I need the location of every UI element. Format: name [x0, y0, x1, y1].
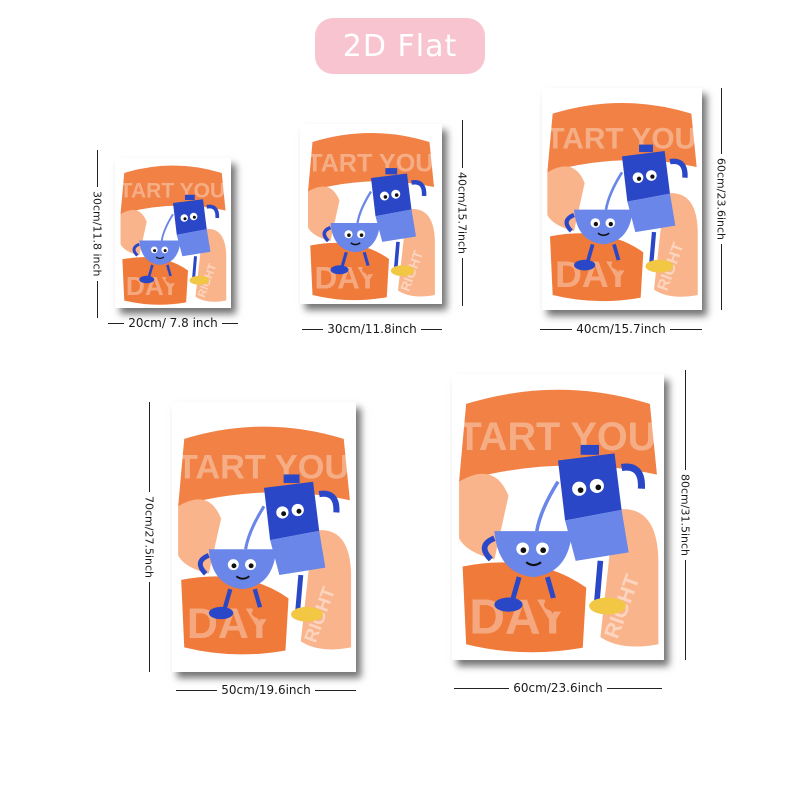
poster-40x60: START YOURDAYRIGHT: [542, 88, 702, 310]
height-label: 80cm/31.5inch: [678, 474, 692, 557]
artwork-title-top: START YOUR: [300, 149, 442, 177]
width-dimension-30: 30cm/11.8inch: [302, 322, 442, 336]
width-dimension-50: 50cm/19.6inch: [176, 683, 356, 697]
product-type-badge: 2D Flat: [315, 18, 485, 74]
artwork-title-top: START YOUR: [115, 179, 231, 202]
width-label: 30cm/11.8inch: [327, 322, 417, 336]
height-dimension-40: 40cm/15.7inch: [455, 120, 469, 307]
height-label: 30cm/11.8 inch: [90, 191, 104, 277]
width-label: 20cm/ 7.8 inch: [128, 316, 218, 330]
poster-artwork: START YOURDAYRIGHT: [172, 414, 356, 660]
poster-20x30: START YOURDAYRIGHT: [115, 158, 231, 308]
poster-60x80: START YOURDAYRIGHT: [452, 374, 664, 660]
height-label: 70cm/27.5inch: [142, 496, 156, 579]
width-dimension-40: 40cm/15.7inch: [540, 322, 702, 336]
width-dimension-20: 20cm/ 7.8 inch: [108, 316, 238, 330]
height-dimension-80: 80cm/31.5inch: [678, 370, 692, 661]
height-dimension-60: 60cm/23.6inch: [714, 88, 728, 311]
width-dimension-60: 60cm/23.6inch: [454, 681, 662, 695]
artwork-title-top: START YOUR: [452, 415, 664, 459]
width-label: 40cm/15.7inch: [576, 322, 666, 336]
height-label: 60cm/23.6inch: [714, 158, 728, 241]
height-label: 40cm/15.7inch: [455, 172, 469, 255]
poster-50x70: START YOURDAYRIGHT: [172, 402, 356, 672]
artwork-title-top: START YOUR: [542, 122, 702, 155]
artwork-title-top: START YOUR: [172, 449, 356, 487]
height-dimension-30: 30cm/11.8 inch: [90, 150, 104, 319]
poster-artwork: START YOURDAYRIGHT: [115, 158, 231, 308]
poster-artwork: START YOURDAYRIGHT: [452, 375, 664, 659]
poster-artwork: START YOURDAYRIGHT: [300, 124, 442, 304]
width-label: 60cm/23.6inch: [513, 681, 603, 695]
poster-30x40: START YOURDAYRIGHT: [300, 124, 442, 304]
poster-artwork: START YOURDAYRIGHT: [542, 92, 702, 306]
width-label: 50cm/19.6inch: [221, 683, 311, 697]
height-dimension-70: 70cm/27.5inch: [142, 402, 156, 673]
